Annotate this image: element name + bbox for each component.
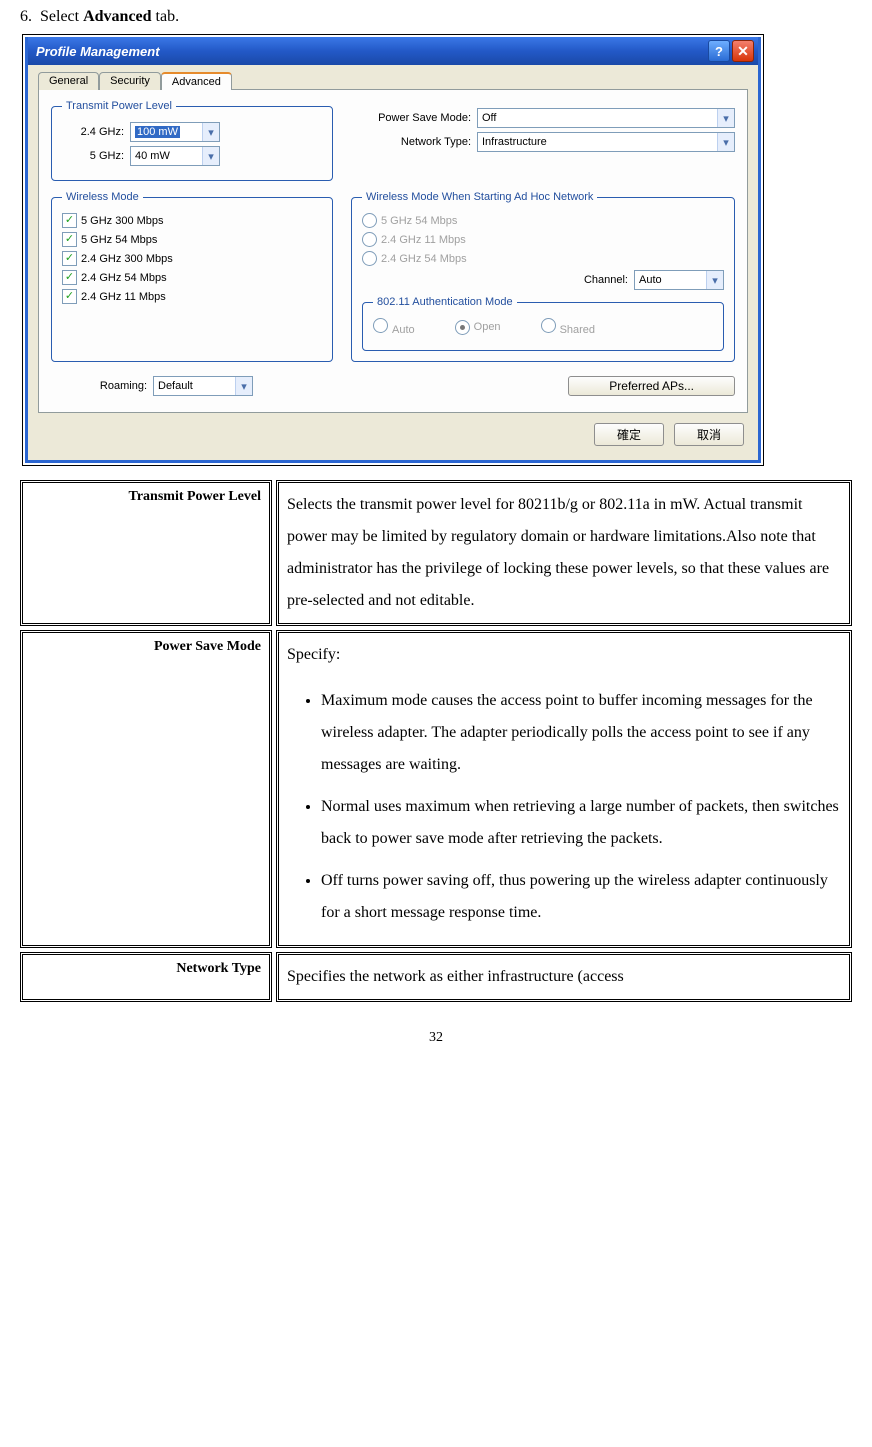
ok-button[interactable]: 確定 [594,423,664,446]
label-auth3: Shared [560,324,595,336]
legend-wm: Wireless Mode [62,191,143,203]
chevron-down-icon: ▾ [202,123,219,141]
psm-bullet-1: Maximum mode causes the access point to … [321,685,841,781]
help-icon[interactable]: ? [708,40,730,62]
profile-management-dialog: Profile Management ? ✕ General Security … [25,37,761,463]
select-psm-value: Off [482,112,496,124]
chevron-down-icon: ▾ [717,133,734,151]
radio-auth-open [455,320,470,335]
label-channel: Channel: [584,274,634,286]
table-row: Transmit Power Level Selects the transmi… [20,480,852,626]
label-24ghz: 2.4 GHz: [62,126,130,138]
description-table: Transmit Power Level Selects the transmi… [16,476,856,1006]
label-auth2: Open [474,321,501,333]
select-24ghz-value: 100 mW [135,126,180,138]
step-number: 6. [20,8,32,25]
radio-adhoc-24-54 [362,251,377,266]
legend-auth: 802.11 Authentication Mode [373,296,517,308]
group-transmit-power: Transmit Power Level 2.4 GHz: 100 mW ▾ 5… [51,100,333,181]
cancel-button[interactable]: 取消 [674,423,744,446]
radio-adhoc-24-11 [362,232,377,247]
preferred-aps-button[interactable]: Preferred APs... [568,376,735,396]
radio-adhoc-5-54 [362,213,377,228]
chevron-down-icon: ▾ [235,377,252,395]
cell-key-psm: Power Save Mode [20,630,272,948]
legend-tpl: Transmit Power Level [62,100,176,112]
psm-bullet-3: Off turns power saving off, thus powerin… [321,865,841,929]
radio-auth-shared [541,318,556,333]
select-psm[interactable]: Off ▾ [477,108,735,128]
group-wireless-mode-adhoc: Wireless Mode When Starting Ad Hoc Netwo… [351,191,735,362]
close-icon[interactable]: ✕ [732,40,754,62]
checkbox-wm-24-11[interactable] [62,289,77,304]
cell-key-nettype: Network Type [20,952,272,1002]
select-5ghz-value: 40 mW [135,150,170,162]
step-bold: Advanced [83,8,151,25]
label-wm4: 2.4 GHz 54 Mbps [81,272,167,284]
psm-bullet-2: Normal uses maximum when retrieving a la… [321,791,841,855]
select-24ghz[interactable]: 100 mW ▾ [130,122,220,142]
label-adhoc3: 2.4 GHz 54 Mbps [381,253,467,265]
select-nettype-value: Infrastructure [482,136,547,148]
table-row: Power Save Mode Specify: Maximum mode ca… [20,630,852,948]
checkbox-wm-24-300[interactable] [62,251,77,266]
select-channel[interactable]: Auto ▾ [634,270,724,290]
label-wm2: 5 GHz 54 Mbps [81,234,157,246]
select-channel-value: Auto [639,274,662,286]
label-auth1: Auto [392,324,415,336]
group-auth-mode: 802.11 Authentication Mode Auto Open Sha… [362,296,724,351]
label-psm: Power Save Mode: [351,112,477,124]
checkbox-wm-5-54[interactable] [62,232,77,247]
radio-auth-auto [373,318,388,333]
cell-val-tpl: Selects the transmit power level for 802… [276,480,852,626]
label-5ghz: 5 GHz: [62,150,130,162]
chevron-down-icon: ▾ [202,147,219,165]
chevron-down-icon: ▾ [717,109,734,127]
label-wm1: 5 GHz 300 Mbps [81,215,164,227]
chevron-down-icon: ▾ [706,271,723,289]
select-5ghz[interactable]: 40 mW ▾ [130,146,220,166]
tabs: General Security Advanced [38,71,748,90]
select-nettype[interactable]: Infrastructure ▾ [477,132,735,152]
tab-security[interactable]: Security [99,72,161,90]
select-roaming[interactable]: Default ▾ [153,376,253,396]
group-wireless-mode: Wireless Mode 5 GHz 300 Mbps 5 GHz 54 Mb… [51,191,333,362]
cell-val-nettype: Specifies the network as either infrastr… [276,952,852,1002]
page-number: 32 [16,1030,856,1046]
titlebar-text: Profile Management [36,44,160,59]
step-suffix: tab. [152,8,180,25]
titlebar: Profile Management ? ✕ [28,37,758,65]
label-roaming: Roaming: [51,380,153,392]
step-prefix: Select [40,8,83,25]
psm-intro: Specify: [287,639,841,671]
select-roaming-value: Default [158,380,193,392]
label-wm3: 2.4 GHz 300 Mbps [81,253,173,265]
label-wm5: 2.4 GHz 11 Mbps [81,291,166,303]
tab-general[interactable]: General [38,72,99,90]
checkbox-wm-5-300[interactable] [62,213,77,228]
cell-val-psm: Specify: Maximum mode causes the access … [276,630,852,948]
screenshot-frame: Profile Management ? ✕ General Security … [22,34,764,466]
label-adhoc1: 5 GHz 54 Mbps [381,215,457,227]
label-nettype: Network Type: [351,136,477,148]
table-row: Network Type Specifies the network as ei… [20,952,852,1002]
legend-wmad: Wireless Mode When Starting Ad Hoc Netwo… [362,191,597,203]
checkbox-wm-24-54[interactable] [62,270,77,285]
cell-key-tpl: Transmit Power Level [20,480,272,626]
step-6-text: 6. Select Advanced tab. [44,8,856,26]
label-adhoc2: 2.4 GHz 11 Mbps [381,234,466,246]
tab-advanced[interactable]: Advanced [161,72,232,90]
